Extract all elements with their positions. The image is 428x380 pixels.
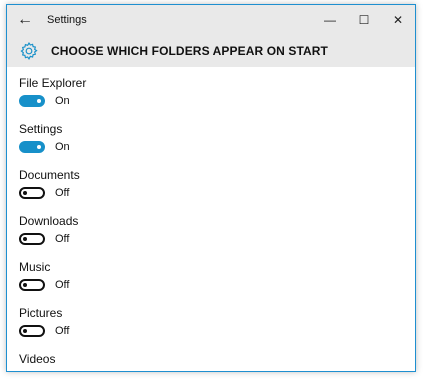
back-button[interactable]: ← [7,5,43,35]
toggle-state-label: On [55,95,70,107]
setting-music: Music Off [19,255,415,301]
minimize-button[interactable]: — [313,5,347,35]
page-header: CHOOSE WHICH FOLDERS APPEAR ON START [7,35,415,67]
toggle-switch[interactable] [19,325,45,337]
toggle-state-label: On [55,141,70,153]
settings-window: ← Settings — ☐ ✕ CHOOSE WHICH FOLDERS AP… [6,4,416,372]
documents-toggle[interactable]: Off [19,187,69,199]
setting-label: Music [19,260,51,274]
setting-label: File Explorer [19,76,87,90]
toggle-switch[interactable] [19,233,45,245]
setting-documents: Documents Off [19,163,415,209]
page-title: CHOOSE WHICH FOLDERS APPEAR ON START [51,44,328,58]
minimize-icon: — [324,13,336,27]
gear-icon [20,42,38,61]
setting-label: Documents [19,168,80,182]
toggle-switch[interactable] [19,141,45,153]
setting-settings: Settings On [19,117,415,163]
toggle-state-label: Off [55,325,70,337]
back-arrow-icon: ← [17,11,33,28]
maximize-button[interactable]: ☐ [347,5,381,35]
music-toggle[interactable]: Off [19,279,69,291]
settings-toggle[interactable]: On [19,141,70,153]
close-icon: ✕ [392,13,404,27]
close-button[interactable]: ✕ [381,5,415,35]
pictures-toggle[interactable]: Off [19,325,69,337]
toggle-switch[interactable] [19,187,45,199]
toggle-state-label: Off [55,279,70,291]
setting-downloads: Downloads Off [19,209,415,255]
setting-label: Pictures [19,306,63,320]
setting-file-explorer: File Explorer On [19,71,415,117]
window-title: Settings [47,14,87,26]
toggle-switch[interactable] [19,95,45,107]
settings-list: File Explorer On Settings On Documents O… [19,71,415,371]
setting-label: Settings [19,122,63,136]
toggle-state-label: Off [55,187,70,199]
setting-videos: Videos [19,347,415,371]
toggle-switch[interactable] [19,279,45,291]
file-explorer-toggle[interactable]: On [19,95,70,107]
downloads-toggle[interactable]: Off [19,233,69,245]
setting-pictures: Pictures Off [19,301,415,347]
maximize-icon: ☐ [358,13,370,27]
toggle-state-label: Off [55,233,70,245]
setting-label: Downloads [19,214,79,228]
setting-label: Videos [19,352,56,366]
title-bar: ← Settings — ☐ ✕ [7,5,415,35]
